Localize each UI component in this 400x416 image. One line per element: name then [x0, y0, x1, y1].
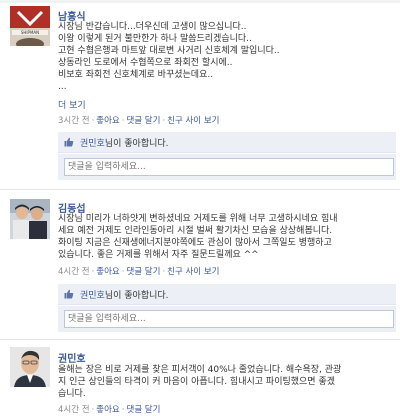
liker-name[interactable]: 권민호 [80, 139, 105, 149]
comment-input[interactable] [64, 158, 394, 176]
post-meta: 3시간 전 · 좋아요 · 댓글 달기 · 친구 사이 보기 [58, 116, 220, 126]
thumbs-up-icon [64, 137, 74, 147]
like-link[interactable]: 좋아요 [96, 267, 119, 277]
likes-text: 권민호님이 좋아합니다. [80, 136, 169, 149]
see-friendship-link[interactable]: 친구 사이 보기 [167, 267, 219, 277]
post-line: 지 인근 상인들의 타격이 커 마음이 아픕니다. 힘내시고 파이팅했으면 좋겠 [58, 377, 336, 387]
top-edge [0, 0, 400, 3]
divider [0, 189, 400, 190]
post-line: 이왕 이렇게 된거 불만한가 하나 말씀드리겠습니다.. [58, 34, 252, 44]
like-link[interactable]: 좋아요 [96, 405, 119, 415]
post-text: 올해는 장은 비로 거제를 찾은 피서객이 40%나 줄었습니다. 해수욕장, … [58, 364, 393, 400]
likes-text: 권민호님이 좋아합니다. [80, 288, 169, 301]
comment-box [58, 306, 396, 332]
timestamp[interactable]: 4시간 전 [58, 405, 90, 415]
timestamp[interactable]: 4시간 전 [58, 267, 90, 277]
post-line: 시장님 미리가 너하얏게 변하셨네요 거제도를 위해 너무 고생하시네요 힘내 [58, 214, 338, 224]
comment-box [58, 154, 396, 180]
comment-link[interactable]: 댓글 달기 [126, 267, 160, 277]
post-meta: 4시간 전 · 좋아요 · 댓글 달기 [58, 405, 161, 415]
divider [0, 339, 400, 340]
post-line: 올해는 장은 비로 거제를 찾은 피서객이 40%나 줄었습니다. 해수욕장, … [58, 365, 342, 375]
author-name[interactable]: 권민호 [58, 350, 86, 365]
timestamp[interactable]: 3시간 전 [58, 116, 90, 126]
like-link[interactable]: 좋아요 [96, 116, 119, 126]
svg-text:SHIPMAN: SHIPMAN [21, 30, 39, 35]
likes-suffix: 님이 좋아합니다. [104, 291, 169, 301]
post-line: 시장님 반갑습니다...더우신데 고생이 많으십니다.. [58, 22, 247, 32]
post-line: 상동라인 도로에서 수협쪽으로 좌회전 할시에.. [58, 58, 233, 68]
see-friendship-link[interactable]: 친구 사이 보기 [167, 116, 219, 126]
post-line: 습니다. [58, 389, 86, 399]
likes-suffix: 님이 좋아합니다. [104, 139, 169, 149]
see-more-link[interactable]: 더 보기 [58, 98, 86, 111]
post-line: 비보호 좌회전 신호체계로 바꾸셨는데요.. [58, 70, 214, 80]
comment-input[interactable] [64, 310, 394, 328]
likes-bar: 권민호님이 좋아합니다. [58, 284, 396, 305]
likes-bar: 권민호님이 좋아합니다. [58, 132, 396, 153]
post-line: 세요 예전 거제도 인라인동아리 시절 벌써 활기차신 모습을 상상해봅니다. [58, 226, 333, 236]
comment-link[interactable]: 댓글 달기 [126, 405, 160, 415]
comment-link[interactable]: 댓글 달기 [126, 116, 160, 126]
post-text: 시장님 미리가 너하얏게 변하셨네요 거제도를 위해 너무 고생하시네요 힘내 … [58, 213, 393, 261]
avatar[interactable]: SHIPMAN [10, 6, 50, 46]
post-line: 있습니다. 좋은 거제를 위해서 자주 질문드릴께요 ^^ [58, 250, 259, 260]
avatar-photo-icon [10, 347, 50, 387]
post-line: 화이팅 지금은 신재생에너지분야쪽에도 관심이 많아서 그쪽일도 병행하고 [58, 238, 332, 248]
thumbs-up-icon [64, 289, 74, 299]
post-line: ... [58, 82, 67, 92]
avatar[interactable] [10, 199, 50, 239]
avatar[interactable] [10, 347, 50, 387]
avatar-photo-icon: SHIPMAN [10, 6, 50, 46]
post-text: 시장님 반갑습니다...더우신데 고생이 많으십니다.. 이왕 이렇게 된거 불… [58, 21, 393, 93]
liker-name[interactable]: 권민호 [80, 291, 105, 301]
post-line: 고현 수협은행과 마트앞 대로변 사거리 신호체계 말입니다.. [58, 46, 280, 56]
avatar-photo-icon [10, 199, 50, 239]
post-meta: 4시간 전 · 좋아요 · 댓글 달기 · 친구 사이 보기 [58, 267, 220, 277]
